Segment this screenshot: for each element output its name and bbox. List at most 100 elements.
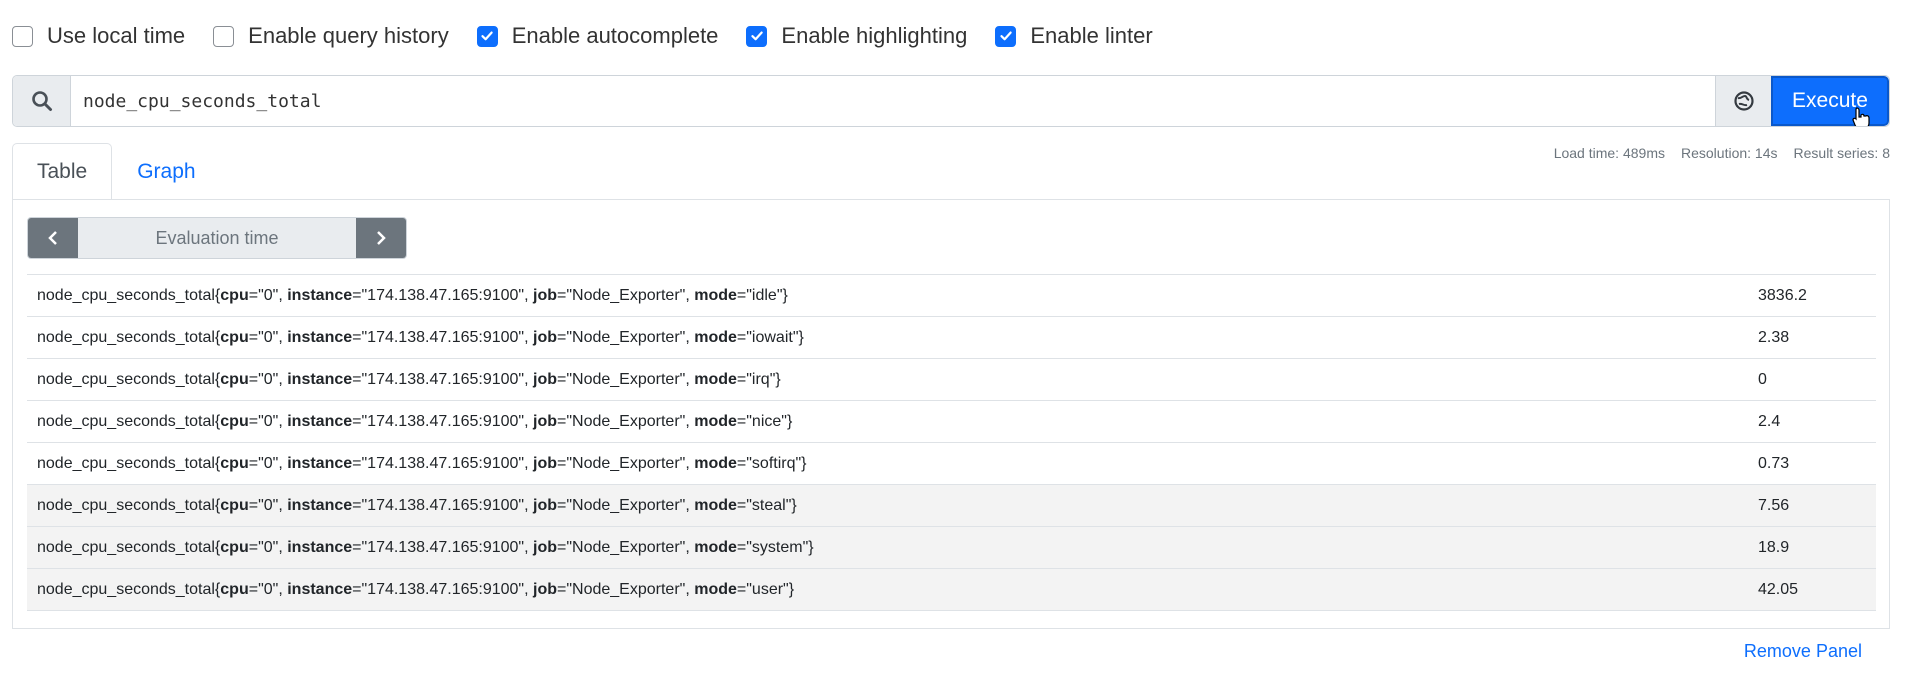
series-value: 42.05 [1758,580,1799,598]
chevron-left-icon [48,231,57,245]
table-row: node_cpu_seconds_total{cpu="0", instance… [27,274,1876,317]
label-value: "0" [258,454,279,472]
load-time: Load time: 489ms [1553,145,1665,161]
label-key: cpu [220,370,249,388]
series-labels: node_cpu_seconds_total{cpu="0", instance… [37,370,781,388]
label-key: job [533,454,557,472]
label-key: mode [694,328,737,346]
result-tabs: Table Graph [12,143,221,200]
label-key: instance [287,286,353,304]
checkbox-checked[interactable] [476,25,498,47]
table-row: node_cpu_seconds_total{cpu="0", instance… [27,400,1876,443]
checkbox[interactable] [213,25,235,47]
option-enable-query-history[interactable]: Enable query history [213,23,449,49]
label-value: "user" [746,580,789,598]
series-value: 2.4 [1758,412,1781,430]
option-label: Enable linter [1030,23,1153,48]
label-value: "174.138.47.165:9100" [361,538,525,556]
query-stats: Load time: 489ms Resolution: 14s Result … [1554,145,1890,161]
series-labels: node_cpu_seconds_total{cpu="0", instance… [37,412,793,430]
series-labels: node_cpu_seconds_total{cpu="0", instance… [37,496,797,514]
checkmark-icon [751,31,763,41]
label-key: instance [287,538,353,556]
series-value: 2.38 [1758,328,1790,346]
series-labels: node_cpu_seconds_total{cpu="0", instance… [37,580,795,598]
label-key: cpu [220,496,249,514]
label-value: "0" [258,496,279,514]
globe-icon [1733,91,1754,111]
series-labels: node_cpu_seconds_total{cpu="0", instance… [37,286,788,304]
label-key: job [533,412,557,430]
label-key: job [533,286,557,304]
label-value: "0" [258,412,279,430]
metrics-explorer-button[interactable] [1715,76,1771,126]
label-key: mode [694,412,737,430]
label-value: "174.138.47.165:9100" [361,328,525,346]
search-icon-box [13,76,71,126]
evaluation-time-control: Evaluation time [27,217,407,259]
option-use-local-time[interactable]: Use local time [12,23,185,49]
label-value: "0" [258,538,279,556]
series-value: 3836.2 [1758,286,1807,304]
metric-name: node_cpu_seconds_total [37,412,215,430]
result-series: Result series: 8 [1793,145,1890,161]
label-key: mode [694,496,737,514]
label-value: "Node_Exporter" [566,454,686,472]
label-value: "Node_Exporter" [566,496,686,514]
series-value: 0.73 [1758,454,1790,472]
query-input[interactable] [71,76,1715,126]
option-label: Enable highlighting [781,23,968,48]
label-value: "Node_Exporter" [566,580,686,598]
option-label: Enable autocomplete [511,23,719,48]
label-value: "softirq" [746,454,802,472]
checkbox-checked[interactable] [995,25,1017,47]
label-key: instance [287,328,353,346]
label-value: "Node_Exporter" [566,286,686,304]
label-value: "174.138.47.165:9100" [361,370,525,388]
option-enable-highlighting[interactable]: Enable highlighting [746,23,967,49]
label-value: "Node_Exporter" [566,412,686,430]
previous-time-button[interactable] [28,218,78,258]
evaluation-time-input[interactable]: Evaluation time [78,218,356,258]
search-icon [31,91,52,111]
option-enable-linter[interactable]: Enable linter [995,23,1153,49]
label-value: "174.138.47.165:9100" [361,412,525,430]
query-page: Use local time Enable query history Enab… [0,0,1910,680]
option-enable-autocomplete[interactable]: Enable autocomplete [476,23,719,49]
option-label: Use local time [47,23,186,48]
series-value: 7.56 [1758,496,1790,514]
table-panel: Evaluation time node_cpu_seconds_total{c… [12,199,1890,629]
label-key: instance [287,454,353,472]
series-labels: node_cpu_seconds_total{cpu="0", instance… [37,328,804,346]
table-row: node_cpu_seconds_total{cpu="0", instance… [27,484,1876,527]
metric-name: node_cpu_seconds_total [37,328,215,346]
table-row: node_cpu_seconds_total{cpu="0", instance… [27,358,1876,401]
label-key: instance [287,496,353,514]
metric-name: node_cpu_seconds_total [37,454,215,472]
chevron-right-icon [377,231,386,245]
tab-graph[interactable]: Graph [112,143,220,200]
results-table: node_cpu_seconds_total{cpu="0", instance… [27,274,1876,611]
options-row: Use local time Enable query history Enab… [12,0,1898,72]
label-value: "174.138.47.165:9100" [361,286,525,304]
series-labels: node_cpu_seconds_total{cpu="0", instance… [37,538,814,556]
checkbox[interactable] [12,25,33,47]
checkmark-icon [1000,31,1012,41]
label-value: "Node_Exporter" [566,370,686,388]
label-value: "0" [258,328,279,346]
table-row: node_cpu_seconds_total{cpu="0", instance… [27,316,1876,359]
execute-button[interactable]: Execute [1771,76,1889,126]
remove-panel-link[interactable]: Remove Panel [1744,641,1862,662]
label-key: cpu [220,412,249,430]
tab-table[interactable]: Table [12,143,113,200]
label-key: cpu [220,454,249,472]
label-key: job [533,370,557,388]
label-key: job [533,328,557,346]
checkmark-icon [481,31,493,41]
label-value: "0" [258,286,279,304]
label-value: "nice" [746,412,787,430]
checkbox-checked[interactable] [746,25,768,47]
label-value: "174.138.47.165:9100" [361,580,525,598]
next-time-button[interactable] [356,218,406,258]
query-bar: Execute [12,75,1890,127]
